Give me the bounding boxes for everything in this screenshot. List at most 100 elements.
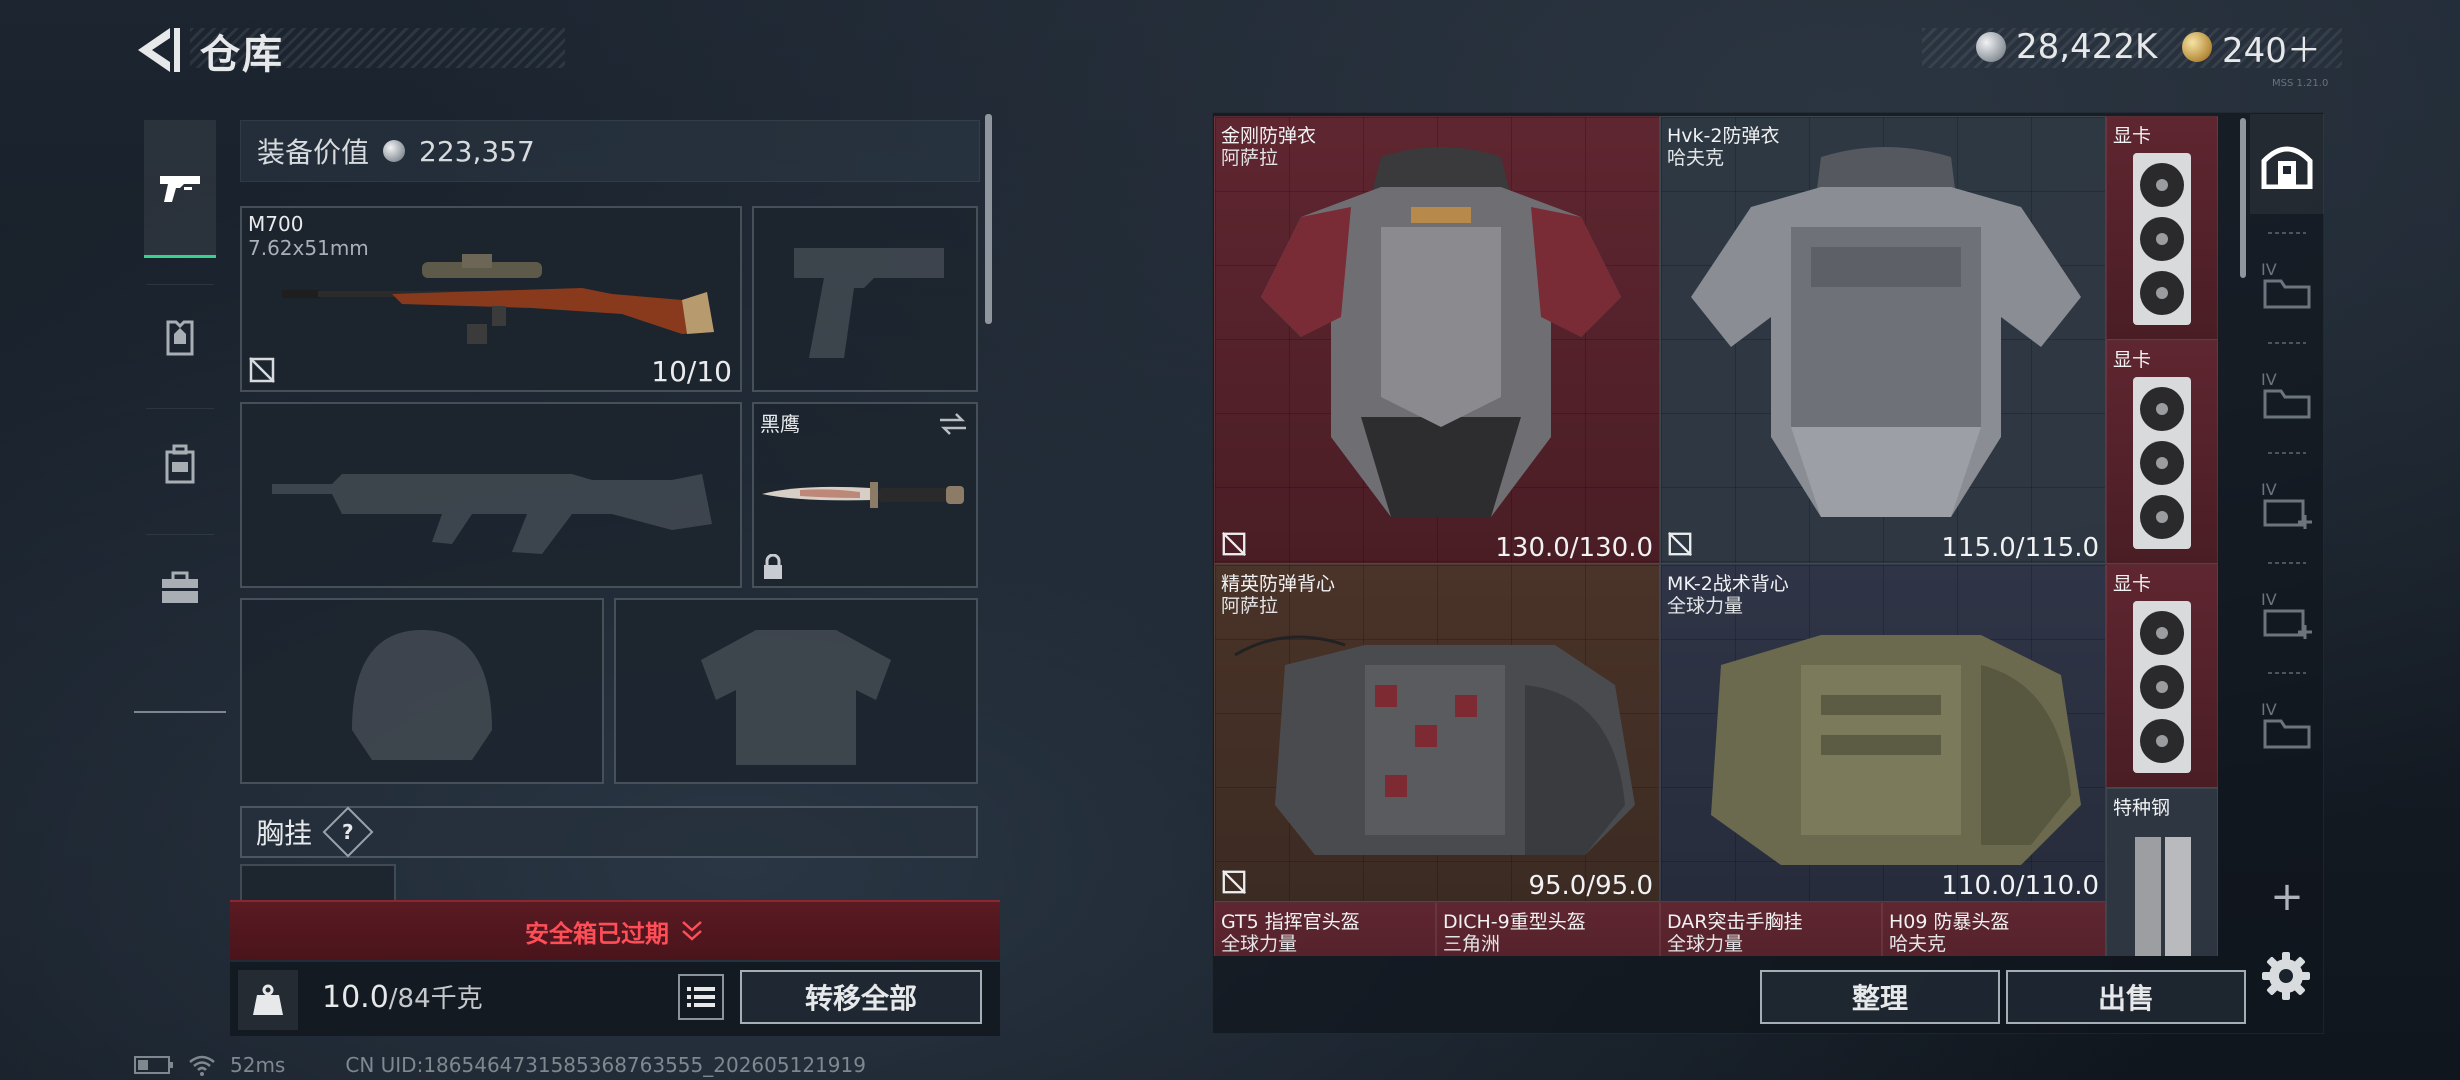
storage-item[interactable]: H09 防暴头盔 哈夫克 [1882,902,2106,956]
status-bar: 52ms CN UID:1865464731585368763555_20260… [134,1052,866,1078]
rifle-placeholder-icon [272,474,712,554]
item-maker: 哈夫克 [1667,147,1725,169]
storage-tab-case-1[interactable]: IV [2250,234,2324,334]
tier-label: IV [2261,700,2277,719]
item-maker: 阿萨拉 [1221,595,1279,617]
silver-currency: 28,422K [1976,24,2157,70]
version-tag: MSS 1.21.0 [2272,78,2329,89]
toolbox-icon [162,571,198,603]
item-name: 显卡 [2113,573,2152,595]
no-trade-icon [1222,532,1246,556]
weight-current: 10.0 [322,980,389,1015]
list-view-button[interactable] [678,974,724,1020]
wifi-icon [189,1055,215,1076]
helmet-slot[interactable] [240,598,604,784]
storage-item[interactable]: DICH-9重型头盔 三角洲 [1436,902,1660,956]
storage-item[interactable]: GT5 指挥官头盔 全球力量 [1214,902,1436,956]
storage-tab-case-2[interactable]: IV [2250,344,2324,444]
equipment-value-amount: 223,357 [419,134,535,168]
backpack-icon [165,444,195,484]
tier-label: IV [2261,590,2277,609]
gold-currency[interactable]: 240＋ [2182,24,2321,71]
item-name: 特种钢 [2113,797,2171,819]
double-chevron-down-icon [682,921,702,941]
primary-weapon-slot[interactable]: M700 7.62x51mm 10/10 [240,206,742,392]
settings-button[interactable] [2258,948,2314,1004]
item-name: 显卡 [2113,349,2152,371]
add-storage-button[interactable]: + [2262,872,2312,922]
tier-label: IV [2261,480,2277,499]
home-storage-icon [2261,146,2313,189]
item-maker: 全球力量 [1667,933,1744,955]
page-title: 仓库 [200,32,284,78]
knife-icon [762,482,964,508]
steel-bar-icon [2135,837,2191,956]
storage-tab-case-4[interactable]: IV [2250,564,2324,664]
equipment-value-bar: 装备价值 223,357 [240,120,980,182]
tab-weapons[interactable] [144,120,216,258]
storage-item[interactable]: 精英防弹背心 阿萨拉 95.0/95.0 [1214,564,1660,902]
storage-tab-case-3[interactable]: IV [2250,454,2324,554]
tier-label: IV [2261,260,2277,279]
folder-icon: IV [2261,260,2311,309]
weapon-name: M700 [248,212,304,236]
chest-rig-header: 胸挂 ? [240,806,978,858]
item-durability: 95.0/95.0 [1528,871,1653,901]
secondary-weapon-slot[interactable] [240,402,742,588]
equipment-tabs [134,108,226,713]
item-maker: 哈夫克 [1889,933,1947,955]
tab-toolbox[interactable] [144,552,216,624]
no-trade-icon [249,357,275,383]
storage-item[interactable]: 特种钢 [2106,788,2218,956]
storage-item[interactable]: DAR突击手胸挂 全球力量 [1660,902,1882,956]
equipment-scrollbar[interactable] [985,114,992,324]
help-glyph: ? [342,819,354,844]
storage-item[interactable]: 显卡 [2106,564,2218,788]
body-armor-slot[interactable] [614,598,978,784]
tab-backpack[interactable] [144,428,216,500]
storage-item[interactable]: Hvk-2防弹衣 哈夫克 115.0/115.0 [1660,116,2106,564]
user-uid: CN UID:1865464731585368763555_2026051219… [345,1053,866,1077]
melee-name: 黑鹰 [760,412,800,436]
sell-button[interactable]: 出售 [2006,970,2246,1024]
storage-tabs: IV IV IV IV IV [2250,114,2324,954]
gold-amount: 240＋ [2222,30,2321,71]
swap-icon[interactable] [938,412,968,436]
storage-tab-home[interactable] [2250,114,2324,214]
item-maker: 阿萨拉 [1221,147,1279,169]
item-durability: 115.0/115.0 [1941,533,2099,563]
melee-slot[interactable]: 黑鹰 [752,402,978,588]
ping-readout: 52ms [230,1053,286,1077]
item-durability: 130.0/130.0 [1495,533,1653,563]
storage-tab-case-5[interactable]: IV [2250,674,2324,774]
back-arrow-icon [138,28,180,72]
safe-box-expired-banner[interactable]: 安全箱已过期 [230,900,1000,960]
item-maker: 全球力量 [1221,933,1298,955]
chest-rig-slot[interactable] [240,864,396,904]
helmet-placeholder-icon [352,630,492,760]
pistol-placeholder-icon [794,248,944,358]
chest-rig-label: 胸挂 [256,817,313,850]
item-durability: 110.0/110.0 [1941,871,2099,901]
transfer-all-button[interactable]: 转移全部 [740,970,982,1024]
storage-item[interactable]: 金刚防弹衣 阿萨拉 130.0/130.0 [1214,116,1660,564]
body-armor-icon [1691,147,2081,517]
battery-icon [134,1056,173,1074]
tidy-button[interactable]: 整理 [1760,970,2000,1024]
silver-coin-icon [383,140,406,162]
pistol-slot[interactable] [752,206,978,392]
storage-scrollbar[interactable] [2240,118,2246,278]
storage-item[interactable]: 显卡 [2106,116,2218,340]
body-armor-icon [1261,147,1621,517]
item-maker: 全球力量 [1667,595,1744,617]
weapon-ammo: 10/10 [651,355,732,388]
help-button[interactable]: ? [322,806,374,858]
tab-armor[interactable] [144,302,216,374]
back-button[interactable] [130,22,186,78]
no-trade-icon [1668,532,1692,556]
weight-icon [253,984,283,1015]
no-trade-icon [1222,870,1246,894]
storage-item[interactable]: 显卡 [2106,340,2218,564]
pistol-icon [160,175,200,202]
storage-item[interactable]: MK-2战术背心 全球力量 110.0/110.0 [1660,564,2106,902]
